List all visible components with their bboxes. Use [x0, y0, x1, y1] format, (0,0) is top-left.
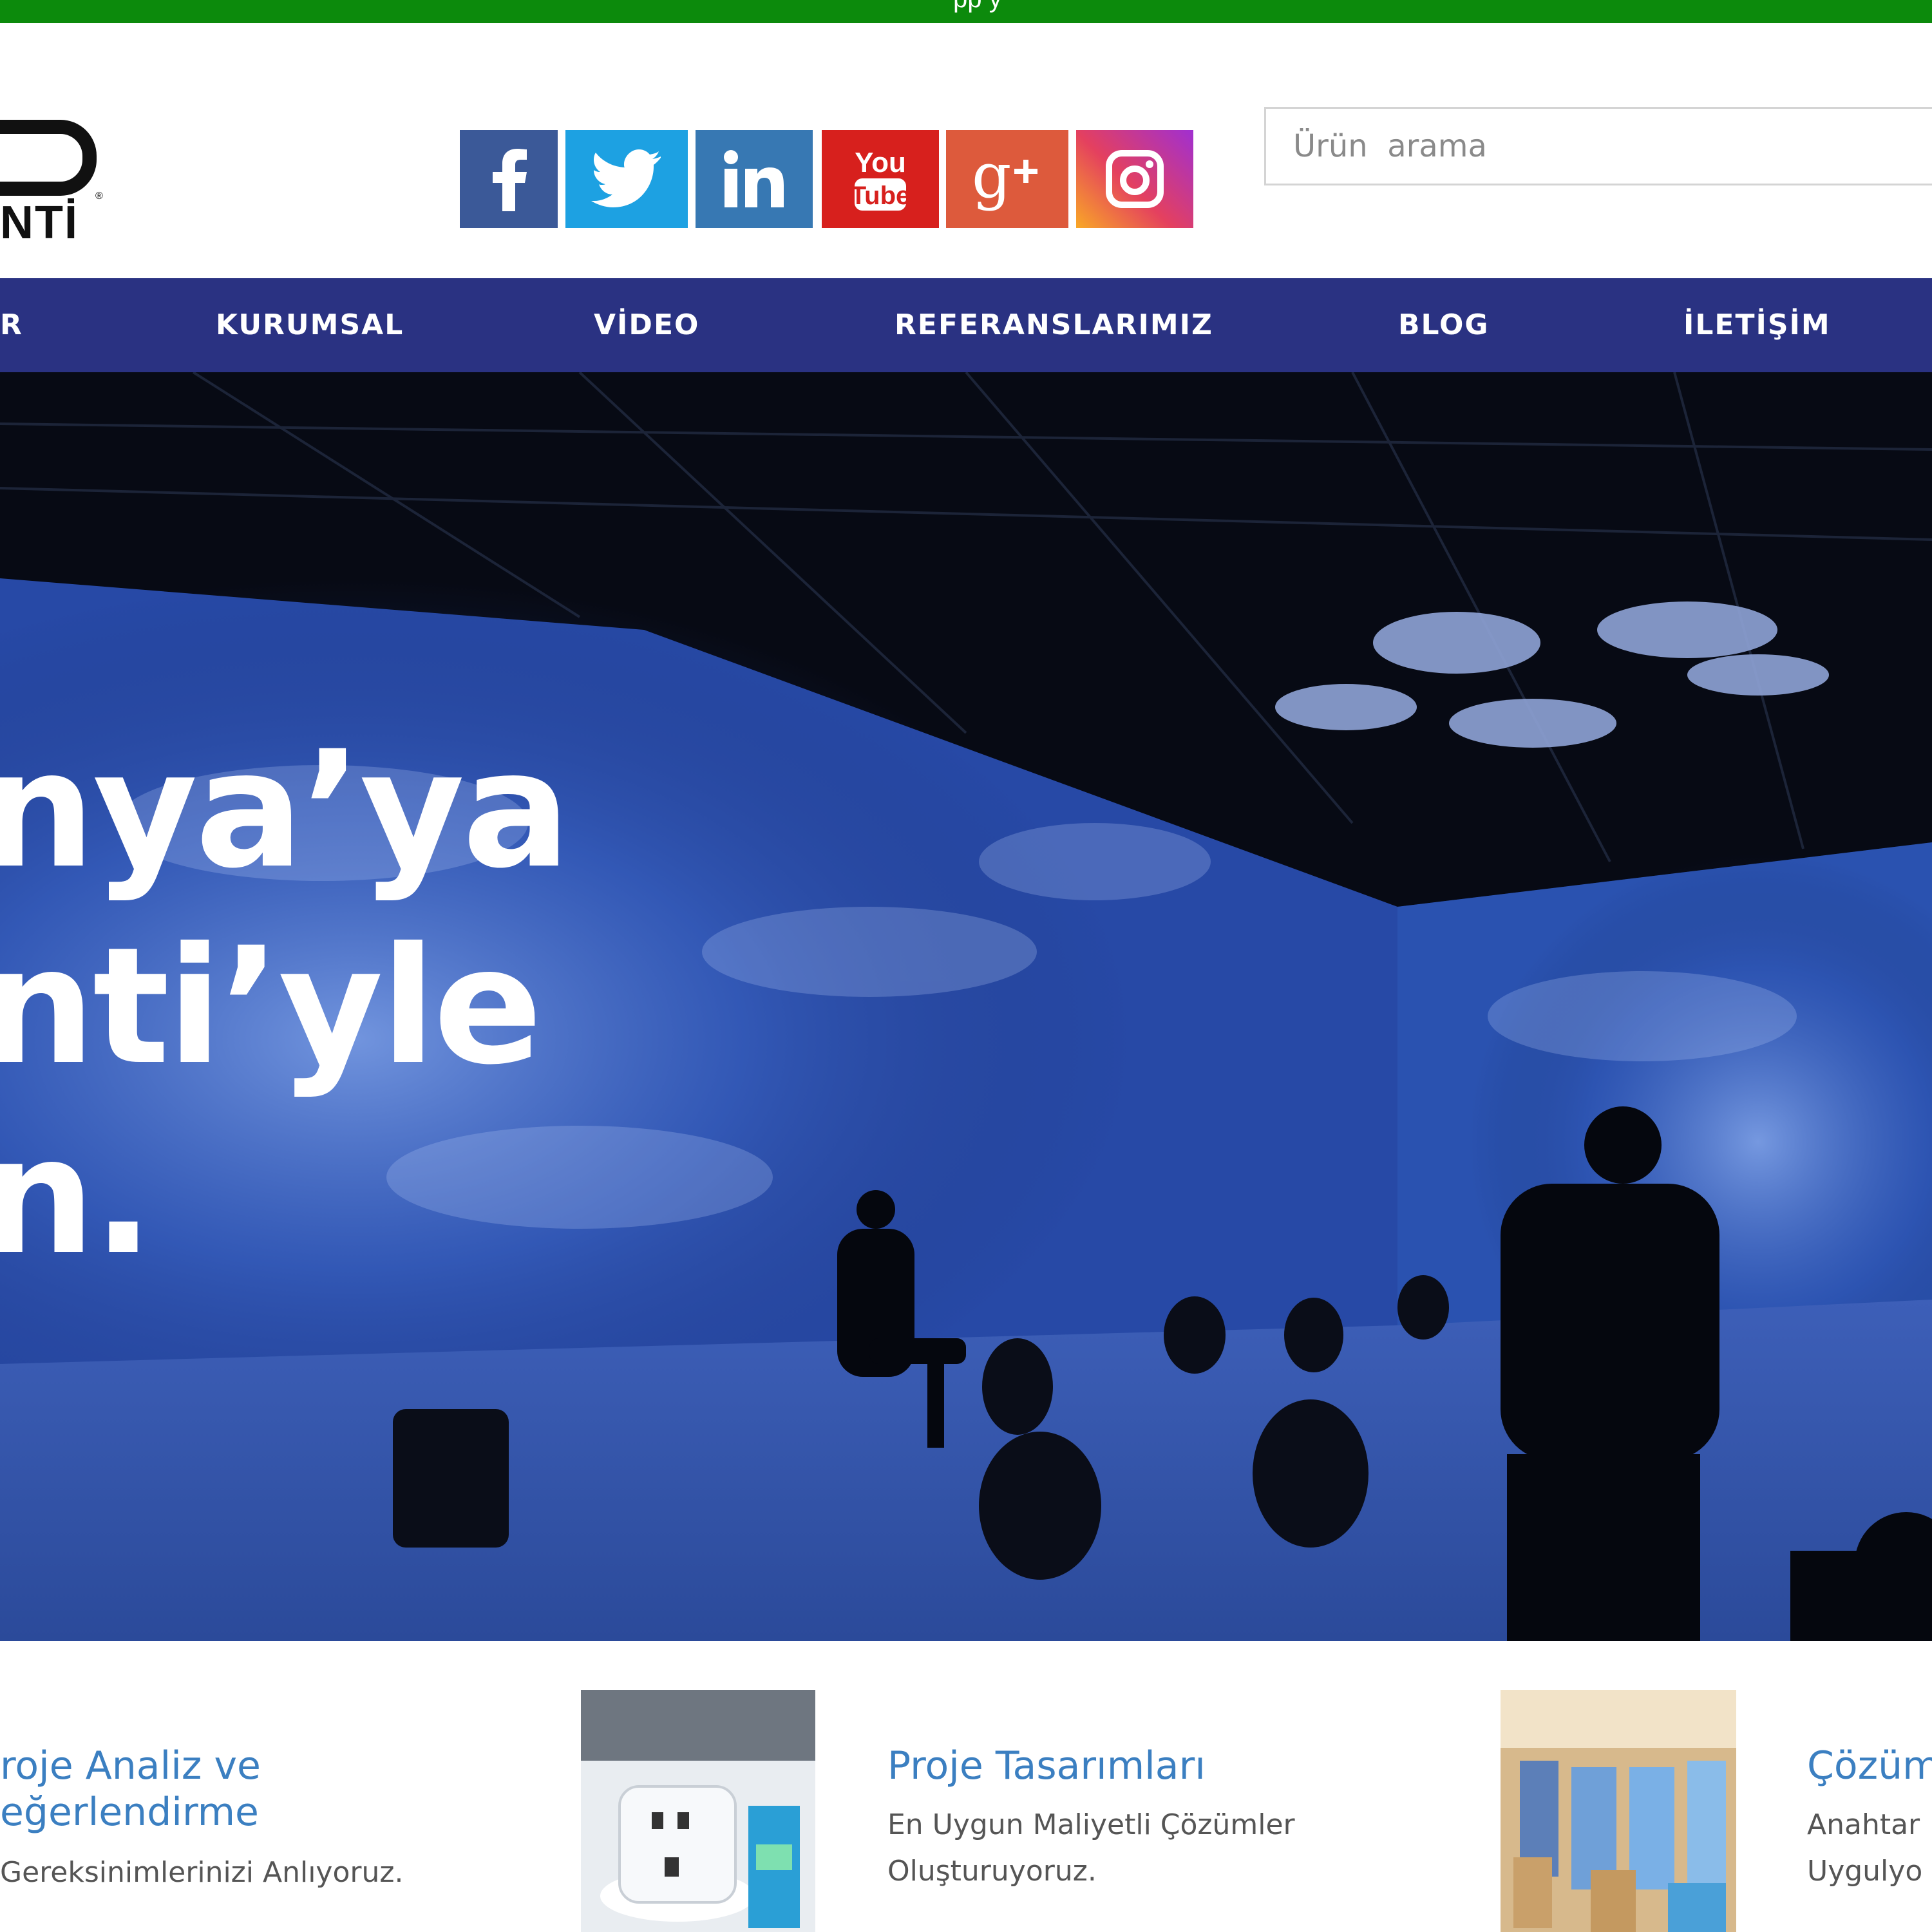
feature-3-title[interactable]: Çözüm [1807, 1743, 1932, 1789]
nav-item-products[interactable]: R [0, 278, 23, 372]
facebook-icon[interactable] [460, 130, 558, 228]
logo-text: NTİ [0, 197, 79, 249]
hero-headline-line-1: nya’ya [0, 716, 571, 904]
svg-text:Tube: Tube [851, 182, 911, 210]
features-section: roje Analiz ve eğerlendirme Gereksinimle… [0, 1641, 1932, 1932]
feature-2-description-line-1: En Uygun Maliyetli Çözümler [887, 1808, 1295, 1841]
feature-2-description-line-2: Oluşturuyoruz. [887, 1855, 1097, 1888]
main-navigation: R KURUMSAL VİDEO REFERANSLARIMIZ BLOG İL… [0, 278, 1932, 372]
hero-banner: nya’ya nti’yle n. [0, 372, 1932, 1641]
nav-item-contact[interactable]: İLETİŞİM [1683, 278, 1831, 372]
instagram-icon[interactable] [1076, 130, 1193, 228]
site-logo[interactable]: ® NTİ [0, 120, 109, 255]
nav-item-corporate[interactable]: KURUMSAL [216, 278, 404, 372]
site-header: ® NTİ You Tube g [0, 23, 1932, 278]
feature-3-description-line-2: Uygulyo [1807, 1855, 1923, 1888]
google-plus-icon[interactable]: g [946, 130, 1068, 228]
twitter-icon[interactable] [565, 130, 688, 228]
svg-text:You: You [855, 147, 906, 178]
nav-item-blog[interactable]: BLOG [1398, 278, 1490, 372]
feature-1-title-line-1[interactable]: roje Analiz ve [0, 1743, 261, 1789]
feature-1-title-line-2[interactable]: eğerlendirme [0, 1789, 259, 1835]
nav-item-video[interactable]: VİDEO [594, 278, 699, 372]
youtube-icon[interactable]: You Tube [822, 130, 939, 228]
feature-2-title[interactable]: Proje Tasarımları [887, 1743, 1206, 1789]
linkedin-icon[interactable] [696, 130, 813, 228]
top-announcement-bar: pp y [0, 0, 1932, 23]
hero-headline-line-2: nti’yle [0, 913, 542, 1100]
svg-text:g: g [972, 147, 1011, 211]
feature-3-description-line-1: Anahtar [1807, 1808, 1920, 1841]
feature-3-image[interactable] [1501, 1690, 1736, 1932]
hero-headline-line-3: n. [0, 1103, 154, 1290]
product-search-input[interactable] [1264, 107, 1932, 185]
logo-mark [0, 120, 97, 196]
feature-2-image[interactable] [581, 1690, 815, 1932]
nav-item-references[interactable]: REFERANSLARIMIZ [895, 278, 1213, 372]
top-announcement-text: pp y [953, 0, 1002, 12]
feature-1-description: Gereksinimlerinizi Anlıyoruz. [0, 1856, 404, 1889]
